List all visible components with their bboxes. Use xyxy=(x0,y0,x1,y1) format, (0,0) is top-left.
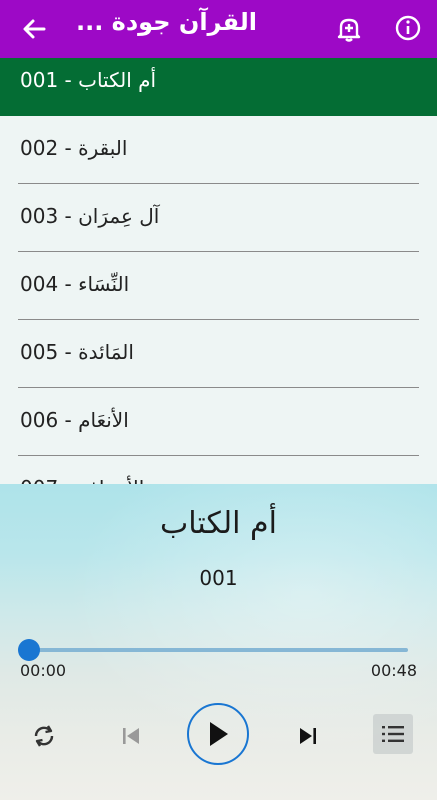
back-button[interactable] xyxy=(18,13,50,45)
surah-row-004[interactable]: 004 - النِّسَاء xyxy=(0,252,437,320)
skip-next-icon xyxy=(300,728,316,744)
surah-list[interactable]: 001 - أم الكتاب 002 - البقرة 003 - آل عِ… xyxy=(0,58,437,484)
surah-row-005[interactable]: 005 - المَائدة xyxy=(0,320,437,388)
total-time: 00:48 xyxy=(370,661,417,680)
surah-label: 002 - البقرة xyxy=(20,136,128,160)
app-bar: القرآن جودة ... xyxy=(0,0,437,58)
previous-button[interactable] xyxy=(118,724,144,748)
surah-row-006[interactable]: 006 - الأنعَام xyxy=(0,388,437,456)
surah-row-007[interactable]: 007 - الأعرَاف xyxy=(0,456,437,484)
surah-label: 007 - الأعرَاف xyxy=(20,476,144,484)
repeat-button[interactable] xyxy=(30,722,58,750)
seek-bar[interactable] xyxy=(28,648,408,652)
arrow-back-icon xyxy=(23,19,46,39)
repeat-icon xyxy=(34,725,54,747)
surah-label: 005 - المَائدة xyxy=(20,340,134,364)
play-button[interactable] xyxy=(187,703,249,765)
surah-row-001[interactable]: 001 - أم الكتاب xyxy=(0,58,437,116)
surah-row-002[interactable]: 002 - البقرة xyxy=(0,116,437,184)
surah-label: 006 - الأنعَام xyxy=(20,408,129,432)
surah-label: 003 - آل عِمرَان xyxy=(20,204,160,228)
bell-plus-icon xyxy=(337,18,361,42)
play-icon xyxy=(210,722,228,746)
app-title: القرآن جودة ... xyxy=(75,8,257,36)
playlist-button[interactable] xyxy=(373,714,413,754)
info-icon xyxy=(395,15,421,41)
next-button[interactable] xyxy=(295,724,321,748)
info-button[interactable] xyxy=(392,12,424,44)
notification-button[interactable] xyxy=(333,12,365,44)
surah-label: 001 - أم الكتاب xyxy=(20,68,157,92)
now-playing-number: 001 xyxy=(199,566,238,590)
seek-thumb[interactable] xyxy=(18,639,40,661)
surah-label: 004 - النِّسَاء xyxy=(20,272,130,296)
player-panel: أم الكتاب 001 00:00 00:48 xyxy=(0,484,437,800)
elapsed-time: 00:00 xyxy=(20,661,67,680)
skip-previous-icon xyxy=(123,728,139,744)
now-playing-name: أم الكتاب xyxy=(160,506,277,541)
surah-row-003[interactable]: 003 - آل عِمرَان xyxy=(0,184,437,252)
list-icon xyxy=(382,726,404,742)
